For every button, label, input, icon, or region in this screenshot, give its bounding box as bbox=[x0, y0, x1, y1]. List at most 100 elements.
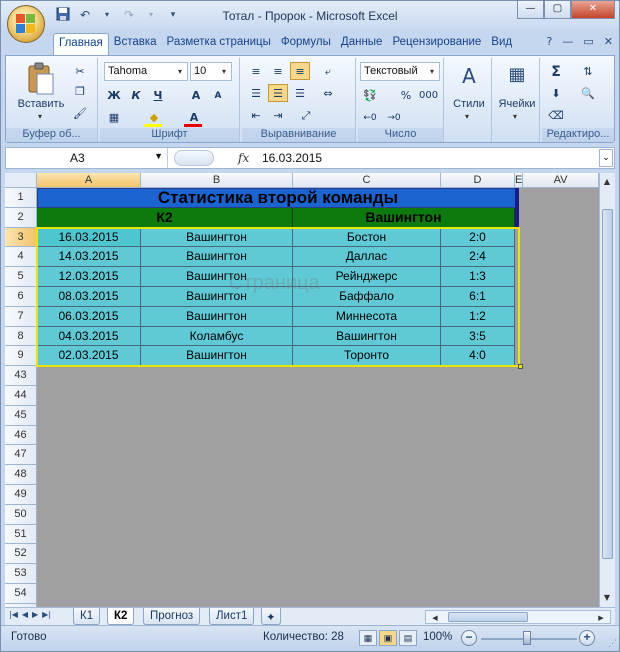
row-header[interactable]: 4 bbox=[5, 247, 37, 268]
home-team-cell[interactable]: Вашингтон bbox=[141, 247, 293, 268]
tab-data[interactable]: Данные bbox=[336, 33, 388, 55]
tab-home[interactable]: Главная bbox=[53, 33, 109, 55]
page-break-view-icon[interactable]: ▤ bbox=[399, 630, 417, 646]
away-team-cell[interactable]: Рейнджерс bbox=[293, 267, 441, 287]
row-header[interactable]: 54 bbox=[5, 584, 37, 604]
merge-center-icon[interactable]: ⇔ bbox=[318, 84, 338, 102]
shrink-font-button[interactable]: A bbox=[208, 86, 228, 104]
row-header[interactable]: 5 bbox=[5, 267, 37, 287]
styles-icon[interactable]: A bbox=[456, 64, 482, 90]
name-box[interactable]: A3 ▼ bbox=[6, 148, 168, 168]
row-header[interactable]: 45 bbox=[5, 405, 37, 426]
away-team-cell[interactable]: Даллас bbox=[293, 247, 441, 268]
column-header-a[interactable]: A bbox=[37, 173, 141, 188]
score-cell[interactable]: 2:4 bbox=[441, 247, 515, 268]
copy-icon[interactable]: ❐ bbox=[70, 82, 90, 100]
cells-button-label[interactable]: Ячейки bbox=[494, 98, 540, 110]
score-cell[interactable]: 2:0 bbox=[441, 227, 515, 248]
styles-button-label[interactable]: Стили bbox=[446, 98, 492, 110]
zoom-level[interactable]: 100% bbox=[423, 631, 452, 643]
score-cell[interactable]: 6:1 bbox=[441, 287, 515, 307]
row-header[interactable]: 49 bbox=[5, 485, 37, 505]
column-header-av[interactable]: AV bbox=[523, 173, 599, 188]
close-button[interactable]: ✕ bbox=[571, 1, 615, 19]
row-header[interactable]: 3 bbox=[5, 227, 37, 248]
decrease-indent-icon[interactable]: ⇤ bbox=[246, 106, 266, 124]
row-header[interactable]: 48 bbox=[5, 465, 37, 485]
format-painter-icon[interactable]: 🖌 bbox=[70, 104, 90, 122]
date-cell[interactable]: 06.03.2015 bbox=[37, 306, 141, 327]
zoom-slider-thumb[interactable] bbox=[523, 631, 531, 645]
scroll-left-icon[interactable]: ◀ bbox=[428, 611, 442, 625]
paste-icon[interactable] bbox=[26, 62, 56, 96]
worksheet-grid[interactable]: A B C D E AV 1 2 3 4 5 6 7 8 9 43 44 45 46 47 48 49 50 51 52 53 54… bbox=[5, 173, 599, 607]
row-header[interactable]: 2 bbox=[5, 207, 37, 228]
sheet-tab-k2[interactable]: К2 bbox=[107, 608, 135, 625]
sheet-tab-list1[interactable]: Лист1 bbox=[209, 608, 255, 625]
tab-insert[interactable]: Вставка bbox=[109, 33, 162, 55]
scroll-right-icon[interactable]: ▶ bbox=[594, 611, 608, 625]
horizontal-scroll-thumb[interactable] bbox=[448, 612, 528, 622]
scroll-down-icon[interactable]: ▼ bbox=[600, 591, 614, 605]
team-header-cell[interactable]: К2 bbox=[37, 207, 293, 228]
score-cell[interactable]: 1:3 bbox=[441, 267, 515, 287]
workbook-minimize-icon[interactable]: — bbox=[562, 35, 573, 48]
away-team-cell[interactable]: Миннесота bbox=[293, 306, 441, 327]
align-bottom-icon[interactable]: ≡ bbox=[290, 62, 310, 80]
align-middle-icon[interactable]: ≡ bbox=[268, 62, 288, 80]
increase-decimal-icon[interactable]: ←0 bbox=[360, 108, 380, 126]
select-all-corner[interactable] bbox=[5, 173, 37, 188]
row-header[interactable]: 44 bbox=[5, 386, 37, 406]
home-team-cell[interactable]: Коламбус bbox=[141, 326, 293, 347]
font-size-select[interactable]: 10 ▾ bbox=[190, 62, 232, 81]
home-team-cell[interactable]: Вашингтон bbox=[141, 287, 293, 307]
formula-bar-handle[interactable] bbox=[174, 150, 214, 166]
date-cell[interactable]: 16.03.2015 bbox=[37, 227, 141, 248]
score-cell[interactable]: 3:5 bbox=[441, 326, 515, 347]
workbook-restore-icon[interactable]: ▭ bbox=[583, 35, 593, 48]
row-header[interactable]: 50 bbox=[5, 504, 37, 525]
align-center-icon[interactable]: ☰ bbox=[268, 84, 288, 102]
vertical-scroll-thumb[interactable] bbox=[602, 209, 613, 559]
increase-indent-icon[interactable]: ⇥ bbox=[268, 106, 288, 124]
align-left-icon[interactable]: ☰ bbox=[246, 84, 266, 102]
score-cell[interactable]: 1:2 bbox=[441, 306, 515, 327]
next-sheet-icon[interactable]: ▶ bbox=[32, 610, 38, 619]
clear-icon[interactable]: ⌫ bbox=[546, 106, 566, 124]
office-button[interactable] bbox=[7, 5, 45, 43]
cells-icon[interactable]: ▦ bbox=[504, 64, 530, 90]
away-team-cell[interactable]: Вашингтон bbox=[293, 326, 441, 347]
row-header[interactable]: 43 bbox=[5, 366, 37, 386]
sheet-tab-k1[interactable]: К1 bbox=[73, 608, 101, 625]
row-header[interactable]: 7 bbox=[5, 306, 37, 327]
find-select-icon[interactable]: 🔍 bbox=[578, 84, 598, 102]
borders-icon[interactable]: ▦ bbox=[104, 108, 124, 126]
city-header-cell[interactable]: Вашингтон bbox=[293, 207, 515, 228]
column-header-c[interactable]: C bbox=[293, 173, 441, 188]
column-header-e[interactable]: E bbox=[515, 173, 523, 188]
away-team-cell[interactable]: Бостон bbox=[293, 227, 441, 248]
horizontal-scrollbar[interactable]: ◀ ▶ bbox=[425, 610, 611, 624]
fill-icon[interactable]: ⬇ bbox=[546, 84, 566, 102]
paste-dropdown-icon[interactable]: ▾ bbox=[38, 112, 42, 121]
home-team-cell[interactable]: Вашингтон bbox=[141, 346, 293, 367]
tab-view[interactable]: Вид bbox=[486, 33, 517, 55]
bold-button[interactable]: Ж bbox=[104, 86, 124, 104]
column-header-d[interactable]: D bbox=[441, 173, 515, 188]
help-icon[interactable]: ? bbox=[547, 35, 553, 48]
resize-grip-icon[interactable]: ⋰ bbox=[608, 638, 617, 649]
zoom-in-icon[interactable]: + bbox=[579, 630, 595, 646]
home-team-cell[interactable]: Вашингтон bbox=[141, 267, 293, 287]
row-header[interactable]: 51 bbox=[5, 524, 37, 545]
decrease-decimal-icon[interactable]: →0 bbox=[384, 108, 404, 126]
tab-page-layout[interactable]: Разметка страницы bbox=[162, 33, 276, 55]
zoom-out-icon[interactable]: − bbox=[461, 630, 477, 646]
date-cell[interactable]: 02.03.2015 bbox=[37, 346, 141, 367]
insert-function-button[interactable]: fx bbox=[238, 151, 249, 165]
column-header-b[interactable]: B bbox=[141, 173, 293, 188]
wrap-text-icon[interactable]: ⤶ bbox=[318, 62, 338, 80]
row-header[interactable]: 46 bbox=[5, 425, 37, 446]
date-cell[interactable]: 04.03.2015 bbox=[37, 326, 141, 347]
score-cell[interactable]: 4:0 bbox=[441, 346, 515, 367]
date-cell[interactable]: 14.03.2015 bbox=[37, 247, 141, 268]
